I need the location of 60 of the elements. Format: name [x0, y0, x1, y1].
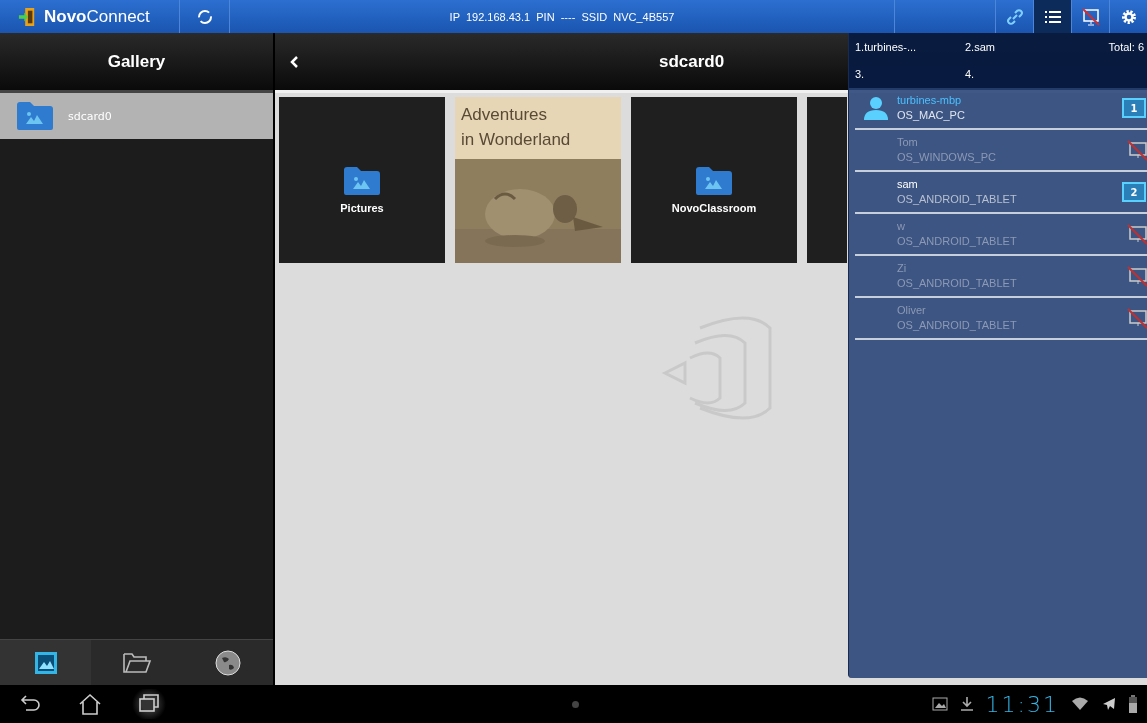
clock-time: 11:31 — [985, 691, 1059, 717]
presenter-slot: 4. — [965, 68, 1075, 81]
device-os: OS_ANDROID_TABLET — [897, 234, 1018, 249]
battery-icon — [1129, 695, 1137, 713]
device-name: Tom — [897, 135, 919, 150]
wifi-icon — [1071, 697, 1089, 711]
presenter-slot: 3. — [855, 68, 965, 81]
presenter-slot: 1.turbines-... — [855, 40, 965, 53]
refresh-icon — [196, 8, 213, 25]
link-icon — [1005, 7, 1024, 26]
presentation-slot-badge[interactable]: 2 — [1122, 182, 1146, 202]
airplane-icon — [1101, 696, 1117, 712]
device-os: OS_MAC_PC — [897, 108, 966, 123]
screen-off-icon — [1080, 6, 1101, 27]
device-row[interactable]: Tom OS_WINDOWS_PC — [855, 130, 1147, 172]
cover-title: Adventures in Wonderland — [460, 104, 572, 151]
screen-off-icon[interactable] — [1126, 307, 1147, 329]
download-icon — [959, 696, 974, 712]
folder-tile[interactable]: Pictures — [279, 97, 445, 263]
folder-tile[interactable]: NovoClassroom — [631, 97, 797, 263]
user-icon — [863, 96, 889, 120]
image-notification-icon — [931, 697, 948, 711]
folder-icon — [343, 166, 381, 196]
device-os: OS_ANDROID_TABLET — [897, 192, 1018, 207]
image-tile[interactable]: Adventures in Wonderland — [455, 97, 621, 263]
device-row[interactable]: sam OS_ANDROID_TABLET 2 — [855, 172, 1147, 214]
device-row[interactable]: Oliver OS_ANDROID_TABLET — [855, 298, 1147, 340]
folder-icon — [695, 166, 733, 196]
device-os: OS_ANDROID_TABLET — [897, 276, 1018, 291]
page-dot-icon — [572, 700, 579, 708]
device-name: Oliver — [897, 303, 927, 318]
folder-title: sdcard0 — [659, 51, 725, 72]
app-name: NovoConnect — [44, 6, 150, 27]
folder-tile[interactable] — [807, 97, 847, 263]
screen-off-icon[interactable] — [1126, 223, 1147, 245]
screen-off-icon[interactable] — [1126, 265, 1147, 287]
device-os: OS_WINDOWS_PC — [897, 150, 997, 165]
device-name: sam — [897, 177, 919, 192]
presentation-slot-badge[interactable]: 1 — [1122, 98, 1146, 118]
device-row[interactable]: w OS_ANDROID_TABLET — [855, 214, 1147, 256]
presenter-slot: 2.sam — [965, 40, 1075, 53]
gallery-tab[interactable] — [0, 640, 91, 685]
device-name: turbines-mbp — [897, 93, 963, 108]
chevron-left-icon — [289, 55, 299, 68]
gallery-icon — [32, 649, 59, 676]
folder-icon — [16, 101, 54, 131]
globe-icon — [213, 648, 242, 677]
device-os: OS_ANDROID_TABLET — [897, 318, 1018, 333]
list-button[interactable] — [1033, 0, 1071, 33]
panel-title: Gallery — [107, 51, 166, 72]
device-name: w — [897, 219, 906, 234]
device-name: Zi — [897, 261, 908, 276]
list-icon — [1043, 8, 1062, 25]
app-logo-icon — [18, 6, 36, 27]
settings-icon — [1119, 7, 1138, 26]
device-row[interactable]: Zi OS_ANDROID_TABLET — [855, 256, 1147, 298]
connection-info: IP 192.168.43.1 PIN ---- SSID NVC_4B557 — [448, 10, 676, 23]
device-row[interactable]: turbines-mbp OS_MAC_PC 1 — [855, 88, 1147, 130]
screen-off-icon[interactable] — [1126, 139, 1147, 161]
device-total: Total: 6 — [1107, 40, 1145, 53]
